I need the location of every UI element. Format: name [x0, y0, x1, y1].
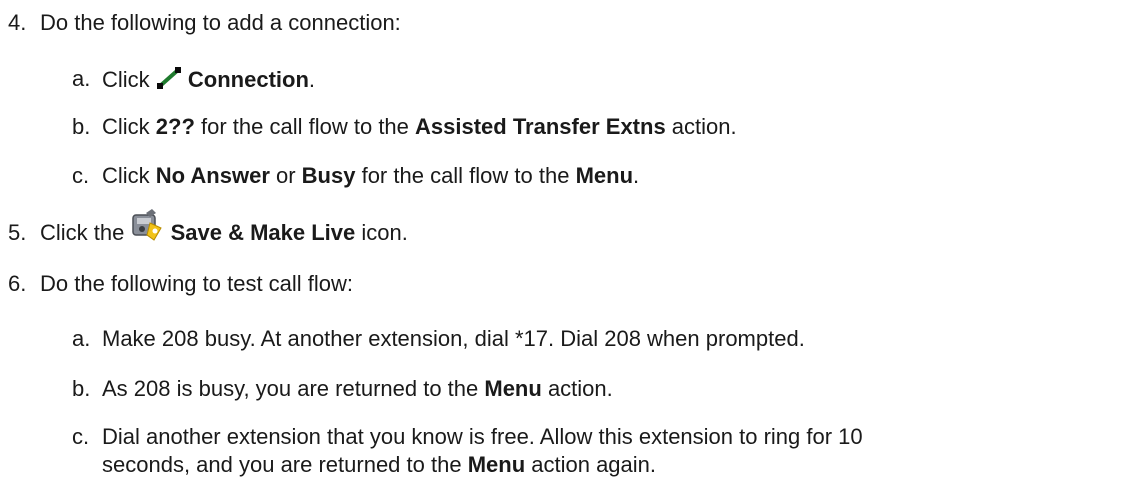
- save-make-live-icon: [130, 209, 164, 247]
- step-text: Do the following to test call flow:: [40, 271, 354, 296]
- substep-text: Click No Answer or Busy for the call flo…: [102, 163, 640, 188]
- substep-letter: b.: [72, 376, 91, 401]
- substep-letter: c.: [72, 424, 90, 449]
- connection-icon: [156, 66, 182, 96]
- save-make-live-label: Save & Make Live: [170, 220, 356, 245]
- substep-text: As 208 is busy, you are returned to the …: [102, 376, 613, 401]
- substep-letter: a.: [72, 326, 91, 351]
- step-number: 6.: [8, 271, 27, 296]
- substep-text: Make 208 busy. At another extension, dia…: [102, 326, 805, 351]
- substep-text: Click Connection.: [102, 66, 315, 96]
- substep-letter: a.: [72, 66, 91, 91]
- substep-text-line2: seconds, and you are returned to the Men…: [102, 452, 657, 477]
- step-number: 5.: [8, 220, 27, 245]
- step-text: Do the following to add a connection:: [40, 10, 401, 35]
- substep-text: Click 2?? for the call flow to the Assis…: [102, 114, 737, 139]
- substep-letter: c.: [72, 163, 90, 188]
- connection-label: Connection: [187, 66, 309, 92]
- substep-text-line1: Dial another extension that you know is …: [102, 424, 863, 449]
- step-number: 4.: [8, 10, 27, 35]
- substep-letter: b.: [72, 114, 91, 139]
- step-text: Click the Save & Make Live icon.: [40, 209, 408, 247]
